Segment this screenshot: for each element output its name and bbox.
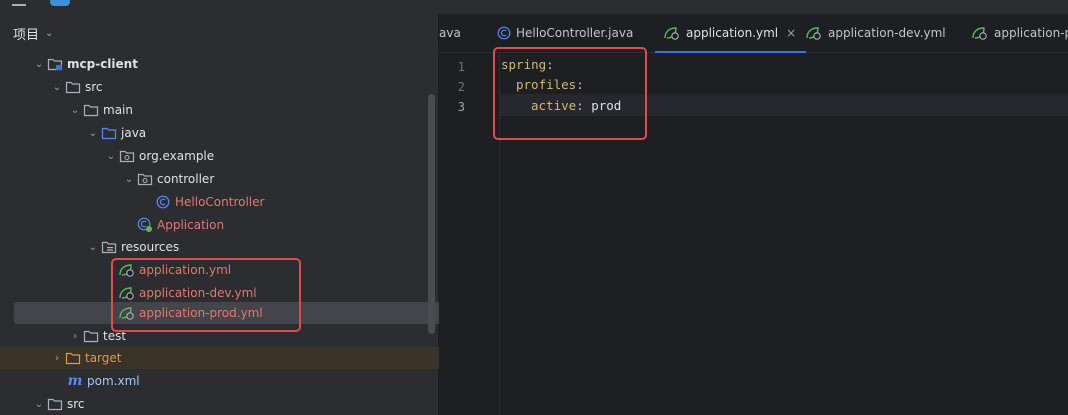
folder-icon (64, 80, 82, 94)
tree-item-src[interactable]: ⌄ src (0, 76, 480, 98)
tree-item-label: target (85, 351, 122, 365)
annotation-box-resources (111, 258, 301, 332)
chevron-down-icon[interactable]: ⌄ (104, 151, 118, 162)
project-panel: 项目 ⌄ ⌄ mcp-client ⌄ src ⌄ main ⌄ java ⌄ (0, 14, 531, 415)
annotation-box-code (493, 47, 647, 140)
package-icon (136, 172, 154, 186)
chevron-down-icon[interactable]: ⌄ (50, 82, 64, 93)
tab-partial-java[interactable]: ava (439, 14, 461, 52)
tab-label: application-dev.yml (828, 26, 946, 40)
spring-yaml-icon (805, 26, 823, 40)
tree-item-label: Application (157, 218, 225, 232)
tree-item-label: controller (157, 172, 215, 186)
tree-item-label: main (103, 103, 133, 117)
tab-application-yml[interactable]: application.yml × (654, 14, 807, 53)
chevron-right-icon[interactable]: › (68, 331, 82, 342)
class-icon (154, 195, 172, 209)
tree-item-main[interactable]: ⌄ main (0, 99, 498, 121)
package-icon (118, 149, 136, 163)
chevron-down-icon[interactable]: ⌄ (86, 128, 100, 139)
class-icon (497, 26, 511, 40)
spring-yaml-icon (663, 26, 681, 40)
project-scrollbar[interactable] (428, 94, 435, 334)
chevron-down-icon[interactable]: ⌄ (32, 59, 46, 70)
module-folder-icon (46, 57, 64, 71)
chevron-down-icon[interactable]: ⌄ (86, 242, 100, 253)
spring-boot-class-icon (136, 217, 154, 233)
title-bar (0, 0, 1068, 15)
tab-label: application.yml (686, 26, 779, 40)
spring-yaml-icon (971, 26, 989, 40)
source-folder-icon (100, 126, 118, 140)
tab-application-prod-yml[interactable]: application-pr (971, 14, 1068, 52)
tree-item-label: HelloController (175, 195, 265, 209)
chevron-down-icon[interactable]: ⌄ (32, 399, 46, 410)
chevron-down-icon[interactable]: ⌄ (68, 105, 82, 116)
tree-item-pom-xml[interactable]: m pom.xml (0, 370, 496, 392)
tree-item-mcp-client[interactable]: ⌄ mcp-client (0, 53, 462, 75)
folder-icon (82, 103, 100, 117)
tab-application-dev-yml[interactable]: application-dev.yml (805, 14, 946, 52)
project-panel-title: 项目 (13, 27, 40, 43)
line-number: 2 (457, 80, 465, 94)
editor-panel: ava HelloController.java application.yml… (439, 14, 1068, 415)
project-badge-icon[interactable] (50, 0, 70, 6)
maven-icon: m (67, 373, 83, 389)
tree-item-label: mcp-client (67, 57, 138, 71)
folder-icon (46, 397, 64, 411)
tab-label: ava (439, 26, 461, 40)
tree-item-label: resources (121, 240, 180, 254)
chevron-right-icon[interactable]: › (50, 353, 64, 364)
line-number: 1 (457, 60, 465, 74)
main-menu-icon[interactable] (12, 0, 26, 6)
tab-label: HelloController.java (516, 26, 634, 40)
tree-item-target[interactable]: › target (0, 347, 487, 369)
folder-icon (82, 329, 100, 343)
tree-item-label: pom.xml (87, 374, 140, 388)
chevron-down-icon[interactable]: ⌄ (45, 28, 53, 39)
project-panel-header[interactable]: 项目 ⌄ (0, 14, 438, 52)
tree-item-label: org.example (139, 149, 215, 163)
close-icon[interactable]: × (786, 26, 796, 40)
excluded-folder-icon (64, 351, 82, 365)
tree-item-src-2[interactable]: ⌄ src (0, 393, 462, 415)
resources-folder-icon (100, 240, 118, 254)
tree-item-label: src (67, 397, 85, 411)
tree-item-label: java (121, 126, 147, 140)
line-number-current: 3 (457, 100, 465, 114)
chevron-down-icon[interactable]: ⌄ (122, 174, 136, 185)
tree-item-label: src (85, 80, 103, 94)
line-number-gutter: 1 2 3 (439, 53, 500, 415)
tab-label: application-pr (994, 26, 1068, 40)
